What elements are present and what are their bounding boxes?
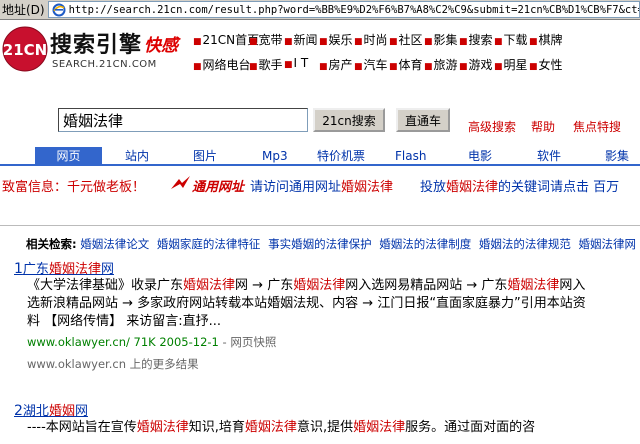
brand-title: 搜索引擎 [50, 32, 143, 58]
brand-badge: 快感 [144, 36, 178, 56]
promo-ad-link[interactable]: 致富信息：千元做老板！ [2, 176, 145, 195]
hot-search-link[interactable]: 焦点特搜 [573, 118, 621, 135]
nav-item[interactable]: ■明星 [494, 56, 529, 74]
result-url: www.oklawyer.cn/ 71K 2005-12-1 - 网页快照 [27, 335, 277, 349]
nav-item[interactable]: ■汽车 [354, 56, 389, 74]
promo-bar: 致富信息：千元做老板！ 通用网址 请访问通用网址婚姻法律 投放婚姻法律的关键词请… [0, 172, 640, 196]
nav-item[interactable]: ■旅游 [424, 56, 459, 74]
bullet-icon: ■ [389, 37, 398, 47]
related-link[interactable]: 婚姻法的法律制度 [379, 237, 471, 251]
logo-text: 21CN [3, 41, 47, 59]
nav-item[interactable]: ■新闻 [284, 31, 319, 49]
tab-albums[interactable]: 影集 [605, 147, 629, 166]
nav-item[interactable]: ■I T [284, 56, 319, 74]
search-bar: 21cn搜索 直通车 高级搜索 帮助 焦点特搜 [0, 108, 640, 138]
bullet-icon: ■ [494, 62, 503, 72]
swoosh-icon [171, 176, 190, 189]
nav-item[interactable]: ■影集 [424, 31, 459, 49]
nav-row-1: ■21CN首页 ■宽带 ■新闻 ■娱乐 ■时尚 ■社区 ■影集 ■搜索 ■下载 … [193, 31, 640, 49]
advanced-search-link[interactable]: 高级搜索 [468, 118, 516, 135]
tab-web[interactable]: 网页 [35, 147, 102, 166]
bullet-icon: ■ [249, 37, 258, 47]
bullet-icon: ■ [529, 37, 538, 47]
direct-button[interactable]: 直通车 [396, 108, 450, 132]
nav-item[interactable]: ■棋牌 [529, 31, 564, 49]
nav-item[interactable]: ■游戏 [459, 56, 494, 74]
nav-item[interactable]: ■娱乐 [319, 31, 354, 49]
search-result: 2湖北婚姻网 ----本网站旨在宣传婚姻法律知识,培育婚姻法律意识,提供婚姻法律… [14, 400, 640, 437]
tab-site[interactable]: 站内 [125, 147, 149, 166]
bullet-icon: ■ [459, 62, 468, 72]
logo-text: 通用网址 [192, 180, 245, 195]
address-label: 地址(D) [2, 3, 45, 17]
search-input[interactable] [58, 108, 308, 132]
bullet-icon: ■ [319, 62, 328, 72]
nav-item[interactable]: ■下载 [494, 31, 529, 49]
21cn-logo[interactable]: 21CN [0, 24, 50, 74]
related-link[interactable]: 事实婚姻的法律保护 [268, 237, 372, 251]
help-link[interactable]: 帮助 [531, 118, 555, 135]
tab-movies[interactable]: 电影 [468, 147, 492, 166]
bullet-icon: ■ [354, 37, 363, 47]
nav-item[interactable]: ■房产 [319, 56, 354, 74]
search-result: 1广东婚姻法律网 《大学法律基础》收录广东婚姻法律网 → 广东婚姻法律网入选网易… [14, 258, 640, 372]
search-button[interactable]: 21cn搜索 [313, 108, 385, 132]
tab-software[interactable]: 软件 [537, 147, 561, 166]
result-number: 2 [14, 403, 23, 419]
nav-item[interactable]: ■宽带 [249, 31, 284, 49]
tab-mp3[interactable]: Mp3 [262, 147, 288, 166]
nav-item[interactable]: ■网络电台 [193, 56, 251, 74]
tab-flash[interactable]: Flash [395, 147, 426, 166]
address-bar: 地址(D) http://search.21cn.com/result.php?… [0, 0, 640, 20]
bullet-icon: ■ [389, 62, 398, 72]
result-title[interactable]: 1广东婚姻法律网 [14, 258, 640, 277]
bullet-icon: ■ [284, 60, 293, 70]
more-results-link[interactable]: www.oklawyer.cn 上的更多结果 [27, 356, 640, 372]
address-input[interactable]: http://search.21cn.com/result.php?word=%… [47, 1, 640, 18]
brand-domain: SEARCH.21CN.COM [52, 59, 157, 70]
nav-item[interactable]: ■歌手 [249, 56, 284, 74]
bullet-icon: ■ [529, 62, 538, 72]
tab-images[interactable]: 图片 [193, 147, 217, 166]
bullet-icon: ■ [193, 37, 202, 47]
bullet-icon: ■ [249, 62, 258, 72]
nav-item[interactable]: ■搜索 [459, 31, 494, 49]
related-label: 相关检索: [26, 237, 77, 251]
bullet-icon: ■ [319, 37, 328, 47]
nav-item[interactable]: ■女性 [529, 56, 564, 74]
bullet-icon: ■ [424, 37, 433, 47]
result-title[interactable]: 2湖北婚姻网 [14, 400, 640, 419]
bullet-icon: ■ [424, 62, 433, 72]
related-link[interactable]: 婚姻法律论文 [80, 237, 149, 251]
divider [0, 225, 640, 226]
nav-row-2: ■网络电台 ■歌手 ■I T ■房产 ■汽车 ■体育 ■旅游 ■游戏 ■明星 ■… [193, 56, 640, 74]
bullet-icon: ■ [284, 37, 293, 47]
related-link[interactable]: 婚姻法的法律规范 [479, 237, 571, 251]
common-url-link[interactable]: 请访问通用网址婚姻法律 [250, 176, 393, 195]
bullet-icon: ■ [193, 62, 202, 72]
nav-item[interactable]: ■体育 [389, 56, 424, 74]
related-link[interactable]: 婚姻法律网 [579, 237, 637, 251]
bullet-icon: ■ [494, 37, 503, 47]
common-url-logo: 通用网址 [170, 174, 245, 195]
address-url: http://search.21cn.com/result.php?word=%… [68, 3, 640, 16]
brand: 搜索引擎 快感 [50, 27, 190, 58]
bullet-icon: ■ [354, 62, 363, 72]
nav-item[interactable]: ■21CN首页 [193, 31, 259, 49]
nav-item[interactable]: ■时尚 [354, 31, 389, 49]
related-link[interactable]: 婚姻家庭的法律特征 [157, 237, 261, 251]
keyword-ad-link[interactable]: 投放婚姻法律的关键词请点击 百万 [420, 176, 619, 195]
ie-page-icon [52, 3, 66, 16]
site-header: 21CN 搜索引擎 快感 SEARCH.21CN.COM ■21CN首页 ■宽带… [0, 21, 640, 77]
related-searches: 相关检索: 婚姻法律论文 婚姻家庭的法律特征 事实婚姻的法律保护 婚姻法的法律制… [26, 236, 640, 252]
bullet-icon: ■ [459, 37, 468, 47]
result-snippet: ----本网站旨在宣传婚姻法律知识,培育婚姻法律意识,提供婚姻法律服务。通过面对… [27, 420, 536, 435]
result-snippet: 《大学法律基础》收录广东婚姻法律网 → 广东婚姻法律网入选网易精品网站 → 广东… [27, 278, 586, 329]
cache-link[interactable]: - 网页快照 [219, 335, 277, 349]
result-number: 1 [14, 261, 23, 277]
tab-flights[interactable]: 特价机票 [317, 147, 365, 166]
nav-item[interactable]: ■社区 [389, 31, 424, 49]
category-tabs: 网页 站内 图片 Mp3 特价机票 Flash 电影 软件 影集 [0, 147, 640, 166]
